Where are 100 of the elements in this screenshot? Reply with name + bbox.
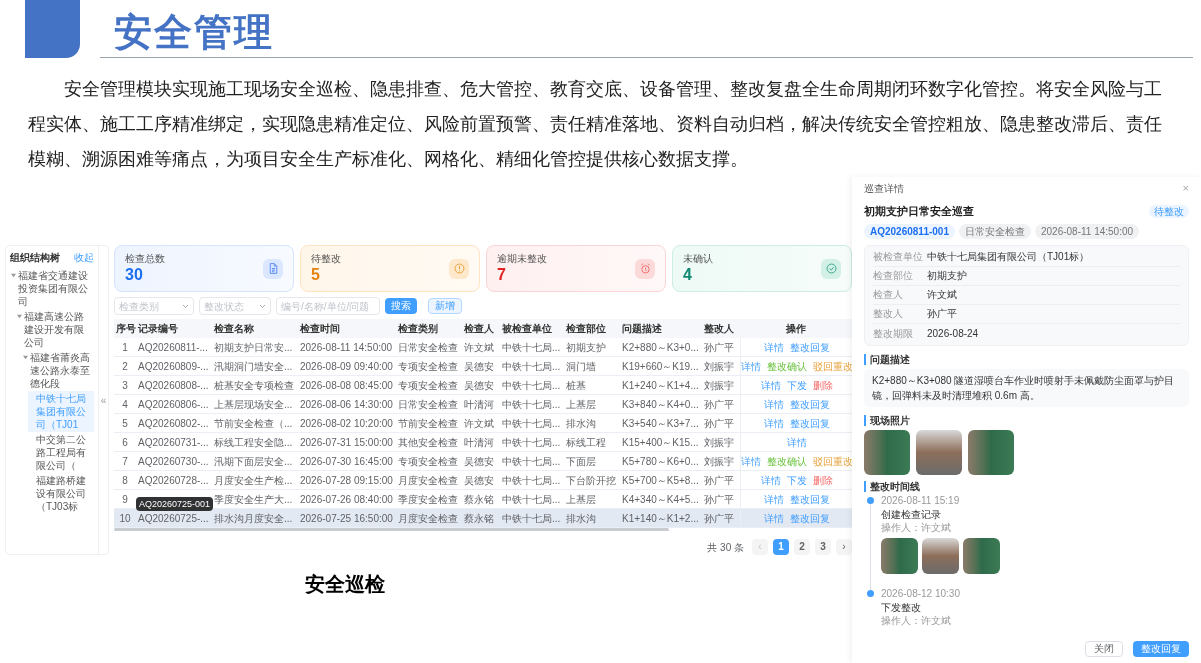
- collapse-toggle[interactable]: «: [100, 392, 107, 408]
- action-link[interactable]: 整改回复: [789, 339, 830, 355]
- caret-down-icon[interactable]: [17, 314, 22, 319]
- table-cell-text: 2026-07-26 08:40:00: [299, 492, 394, 507]
- field-value: 初期支护: [927, 269, 967, 283]
- page-button[interactable]: 2: [794, 539, 810, 555]
- photo-placeholder[interactable]: [881, 537, 918, 574]
- table-cell-text: K3+540～K3+7...: [621, 416, 700, 431]
- tree-title: 组织结构树: [10, 251, 60, 265]
- table-row[interactable]: 4 AQ20260806-... 上基层现场安全... 2026-08-06 14:30:00 日常安全检查 叶清河 中铁十七局... 上基层 K3+840～K4+0... 孙广平 详情 整改回复: [114, 395, 852, 414]
- status-tag: 待整改: [1149, 204, 1189, 218]
- tree-item[interactable]: 福建高速公路建设开发有限公司: [16, 309, 94, 350]
- prev-page-button[interactable]: ‹: [752, 539, 768, 555]
- table-cell-text: 刘振宇: [703, 454, 735, 469]
- table-row[interactable]: 8 AQ20260728-... 月度安全生产检... 2026-07-28 09:15:00 月度安全检查 吴德安 中铁十七局... 下台阶开挖 K5+700～K5+8... 孙广平 详情 下发 删除: [114, 471, 852, 490]
- action-link[interactable]: 详情: [741, 453, 761, 469]
- table-cell-text: 2026-07-25 16:50:00: [299, 511, 394, 526]
- photo-placeholder[interactable]: [864, 429, 910, 475]
- table-row[interactable]: 7 AQ20260730-... 汛期下面层安全... 2026-07-30 16:45:00 专项安全检查 吴德安 中铁十七局... 下面层 K5+780～K6+0... 刘振宇 详情 整改确认 驳回重改: [114, 452, 852, 471]
- action-link[interactable]: 整改回复: [789, 510, 830, 526]
- table-cell-text: 节前安全检查: [397, 416, 459, 431]
- page-button[interactable]: 3: [815, 539, 831, 555]
- photo-placeholder[interactable]: [922, 537, 959, 574]
- photo-placeholder[interactable]: [963, 537, 1000, 574]
- column-header: 检查部位: [565, 322, 607, 336]
- table-cell-text: 中铁十七局...: [501, 340, 562, 355]
- action-link[interactable]: 详情: [763, 491, 784, 507]
- action-link[interactable]: 删除: [812, 377, 833, 393]
- table-cell-text: 孙广平: [703, 416, 735, 431]
- table-cell-text: 叶清河: [463, 435, 495, 450]
- table-row[interactable]: 3 AQ20260808-... 桩基安全专项检查 2026-08-08 08:45:00 专项安全检查 吴德安 中铁十七局... 桩基 K1+240～K1+4... 刘振宇 详情 下发 删除: [114, 376, 852, 395]
- table-row[interactable]: 5 AQ20260802-... 节前安全检查（... 2026-08-02 10:20:00 节前安全检查 许文斌 中铁十七局... 排水沟 K3+540～K3+7... 孙广平 详情 整改回复: [114, 414, 852, 433]
- table-cell-text: 2026-07-28 09:15:00: [299, 473, 394, 488]
- photo-placeholder[interactable]: [916, 429, 962, 475]
- document-icon: [263, 258, 283, 279]
- tree-item[interactable]: 福建省交通建设投资集团有限公司: [10, 268, 94, 309]
- action-link[interactable]: 详情: [741, 358, 761, 374]
- tree-item[interactable]: 中铁十七局集团有限公司（TJ01: [28, 391, 94, 432]
- close-button[interactable]: 关闭: [1085, 641, 1123, 657]
- table-cell-text: K4+340～K4+5...: [621, 492, 700, 507]
- table-cell-text: AQ20260802-...: [137, 416, 210, 431]
- photo-placeholder[interactable]: [968, 429, 1014, 475]
- action-link[interactable]: 详情: [763, 510, 784, 526]
- alarm-clock-icon: [635, 258, 655, 279]
- action-link[interactable]: 整改回复: [789, 396, 830, 412]
- collapse-link[interactable]: 收起: [74, 250, 94, 265]
- timeline-operator: 操作人：许文斌: [881, 614, 952, 627]
- table-cell-text: 孙广平: [703, 492, 735, 507]
- action-link[interactable]: 删除: [812, 472, 833, 488]
- close-icon[interactable]: ×: [1182, 183, 1189, 194]
- table-row[interactable]: 1 AQ20260811-... 初期支护日常安... 2026-08-11 14:50:00 日常安全检查 许文斌 中铁十七局... 初期支护 K2+880～K3+0... 孙广平 详情 整改回复: [114, 338, 852, 357]
- chevron-down-icon: [182, 303, 189, 309]
- horizontal-scrollbar[interactable]: [114, 528, 669, 531]
- section-heading: 现场照片: [864, 414, 1189, 426]
- status-select[interactable]: 整改状态: [199, 297, 271, 315]
- column-header: 检查人: [463, 322, 495, 336]
- action-link[interactable]: 整改确认: [767, 358, 807, 374]
- reply-button[interactable]: 整改回复: [1133, 641, 1189, 657]
- table-cell-text: 排水沟: [565, 416, 597, 431]
- action-link[interactable]: 详情: [760, 377, 781, 393]
- total-count: 共 30 条: [707, 540, 744, 555]
- action-link[interactable]: 整改回复: [789, 491, 830, 507]
- action-link[interactable]: 下发: [786, 472, 807, 488]
- action-link[interactable]: 详情: [763, 415, 784, 431]
- table-cell-text: 2026-08-02 10:20:00: [299, 416, 394, 431]
- action-link[interactable]: 详情: [760, 472, 781, 488]
- action-link[interactable]: 详情: [763, 339, 784, 355]
- column-header: 检查名称: [213, 322, 255, 336]
- column-header: 操作: [785, 322, 807, 336]
- caret-down-icon[interactable]: [11, 273, 16, 278]
- action-link[interactable]: 详情: [786, 434, 807, 450]
- table-cell-text: 桩基: [565, 378, 587, 393]
- field-label: 整改人: [873, 307, 904, 321]
- action-link[interactable]: 驳回重改: [813, 358, 853, 374]
- table-cell-text: 6: [121, 435, 129, 450]
- table-cell-text: 汛期下面层安全...: [213, 454, 294, 469]
- timeline-operator: 操作人：许文斌: [881, 521, 952, 534]
- action-link[interactable]: 驳回重改: [813, 453, 853, 469]
- table-cell-text: AQ20260725-...: [137, 511, 210, 526]
- tree-item[interactable]: 福建路桥建设有限公司（TJ03标: [28, 473, 94, 514]
- action-link[interactable]: 详情: [763, 396, 784, 412]
- add-button[interactable]: 新增: [428, 298, 462, 314]
- table-cell-text: 其他安全检查: [397, 435, 459, 450]
- table-cell-text: AQ20260808-...: [137, 378, 210, 393]
- next-page-button[interactable]: ›: [836, 539, 852, 555]
- table-row[interactable]: 2 AQ20260809-... 汛期洞门墙安全... 2026-08-09 09:40:00 专项安全检查 吴德安 中铁十七局... 洞门墙 K19+660～K19... 刘振宇 详情 整改确认 驳回重改: [114, 357, 852, 376]
- column-header: 检查类别: [397, 322, 439, 336]
- search-button[interactable]: 搜索: [385, 298, 417, 314]
- timeline-time: 2026-08-11 15:19: [881, 494, 961, 507]
- tree-item[interactable]: 中交第二公路工程局有限公司（: [28, 432, 94, 473]
- action-link[interactable]: 整改确认: [767, 453, 807, 469]
- drawer-title: 巡查详情: [864, 182, 904, 196]
- caret-down-icon[interactable]: [23, 355, 28, 360]
- table-row[interactable]: 10 AQ20260725-... 排水沟月度安全... 2026-07-25 16:50:00 月度安全检查 蔡永铭 中铁十七局... 排水沟 K1+140～K1+2... 孙广平 详情 整改回复: [114, 509, 852, 528]
- action-link[interactable]: 整改回复: [789, 415, 830, 431]
- page-button[interactable]: 1: [773, 539, 789, 555]
- action-link[interactable]: 下发: [786, 377, 807, 393]
- stat-value: 4: [683, 265, 693, 285]
- tree-item[interactable]: 福建省莆炎高速公路永泰至德化段: [22, 350, 94, 391]
- table-row[interactable]: 6 AQ20260731-... 标线工程安全隐... 2026-07-31 15:00:00 其他安全检查 叶清河 中铁十七局... 标线工程 K15+400～K15... 刘振宇 详情: [114, 433, 852, 452]
